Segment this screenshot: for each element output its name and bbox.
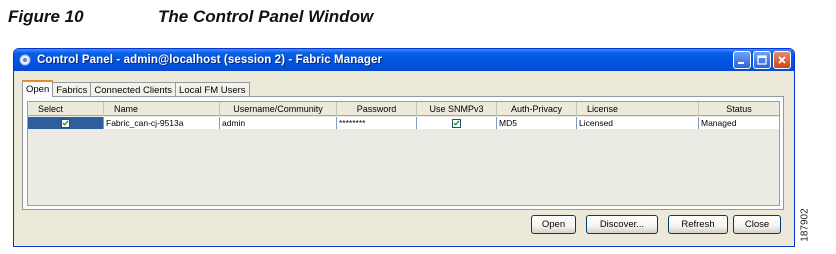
control-panel-window: Control Panel - admin@localhost (session… — [13, 48, 795, 247]
close-icon — [778, 56, 786, 64]
column-header-password[interactable]: Password — [337, 102, 417, 116]
column-header-name[interactable]: Name — [104, 102, 220, 116]
table-header: Select Name Username/Community Password … — [28, 102, 779, 116]
column-header-status[interactable]: Status — [699, 102, 779, 116]
column-header-use-snmpv3[interactable]: Use SNMPv3 — [417, 102, 497, 116]
username-field[interactable]: admin — [220, 117, 337, 129]
close-window-button[interactable] — [773, 51, 791, 69]
refresh-button[interactable]: Refresh — [668, 215, 728, 234]
figure-id: 187902 — [799, 200, 811, 250]
maximize-icon — [757, 55, 767, 65]
checkmark-icon — [453, 120, 460, 126]
name-cell[interactable]: Fabric_can-cj-9513a — [104, 117, 220, 129]
snmpv3-cell[interactable] — [417, 117, 497, 129]
tab-open[interactable]: Open — [22, 80, 54, 97]
tab-fabrics[interactable]: Fabrics — [52, 82, 92, 97]
figure-caption: Figure 10 The Control Panel Window — [8, 6, 373, 28]
auth-privacy-cell[interactable]: MD5 — [497, 117, 577, 129]
figure-title: The Control Panel Window — [158, 7, 374, 26]
close-button[interactable]: Close — [733, 215, 781, 234]
discover-button[interactable]: Discover... — [586, 215, 658, 234]
figure-id-text: 187902 — [799, 208, 811, 242]
minimize-button[interactable] — [733, 51, 751, 69]
tab-panel-open: Select Name Username/Community Password … — [22, 96, 784, 210]
license-cell[interactable]: Licensed — [577, 117, 699, 129]
tab-bar: Open Fabrics Connected Clients Local FM … — [22, 80, 250, 97]
maximize-button[interactable] — [753, 51, 771, 69]
window-title: Control Panel - admin@localhost (session… — [37, 54, 383, 66]
column-header-auth-privacy[interactable]: Auth-Privacy — [497, 102, 577, 116]
figure-number: Figure 10 — [8, 7, 84, 26]
tab-connected-clients[interactable]: Connected Clients — [90, 82, 177, 97]
snmpv3-checkbox[interactable] — [452, 118, 461, 128]
column-header-username[interactable]: Username/Community — [220, 102, 337, 116]
select-checkbox[interactable] — [61, 118, 70, 128]
fabric-table: Select Name Username/Community Password … — [27, 101, 780, 206]
minimize-icon — [738, 62, 744, 64]
table-row[interactable]: Fabric_can-cj-9513a admin ******** MD5 L… — [28, 117, 779, 129]
title-bar[interactable]: Control Panel - admin@localhost (session… — [14, 49, 794, 71]
open-button[interactable]: Open — [531, 215, 576, 234]
password-field[interactable]: ******** — [337, 117, 417, 129]
app-icon — [18, 53, 32, 67]
select-cell[interactable] — [28, 117, 104, 129]
tab-local-fm-users[interactable]: Local FM Users — [175, 82, 250, 97]
status-cell[interactable]: Managed — [699, 117, 779, 129]
checkmark-icon — [62, 120, 69, 126]
column-header-select[interactable]: Select — [28, 102, 104, 116]
column-header-license[interactable]: License — [577, 102, 699, 116]
window-controls — [733, 51, 791, 69]
action-buttons: Open Discover... Refresh Close — [14, 215, 794, 235]
